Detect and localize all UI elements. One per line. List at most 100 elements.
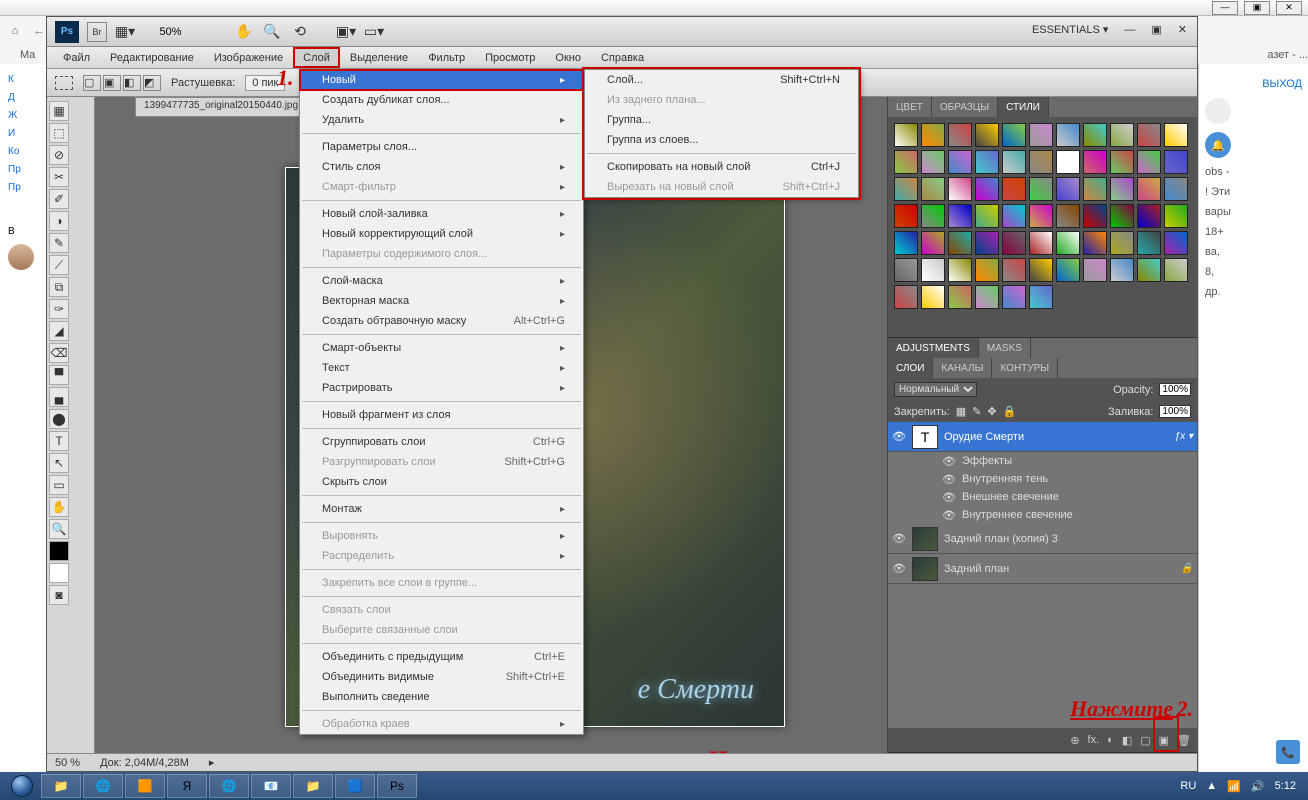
layer-action-icon[interactable]: ◐ bbox=[1107, 734, 1114, 747]
style-swatch[interactable] bbox=[1002, 150, 1026, 174]
opacity-value[interactable]: 100% bbox=[1159, 383, 1191, 396]
menu-item[interactable]: Монтаж bbox=[300, 499, 583, 519]
style-swatch[interactable] bbox=[975, 123, 999, 147]
style-swatch[interactable] bbox=[1002, 204, 1026, 228]
taskbar-item[interactable]: 🟧 bbox=[125, 774, 165, 798]
menu-item[interactable]: Векторная маска bbox=[300, 291, 583, 311]
start-button[interactable] bbox=[4, 772, 40, 800]
browser-home-icon[interactable]: ⌂ bbox=[6, 22, 24, 40]
panel-tab[interactable]: СЛОИ bbox=[888, 358, 933, 378]
taskbar-item[interactable]: 📁 bbox=[41, 774, 81, 798]
layer-thumbnail[interactable] bbox=[912, 557, 938, 581]
tray-network-icon[interactable]: 📶 bbox=[1227, 780, 1241, 793]
style-swatch[interactable] bbox=[975, 231, 999, 255]
marquee-preset-icon[interactable] bbox=[55, 76, 73, 90]
lock-position-icon[interactable]: ✥ bbox=[987, 405, 996, 418]
menu-item[interactable]: Выполнить сведение bbox=[300, 687, 583, 707]
tool-icon[interactable]: ✂ bbox=[49, 167, 69, 187]
style-swatch[interactable] bbox=[1056, 258, 1080, 282]
visibility-icon[interactable]: 👁 bbox=[942, 473, 956, 486]
tool-icon[interactable]: ⬤ bbox=[49, 409, 69, 429]
zoom-level[interactable]: 50% bbox=[143, 23, 198, 41]
lock-transparency-icon[interactable]: ▦ bbox=[956, 405, 966, 418]
sidebar-link[interactable]: В bbox=[8, 226, 26, 238]
view-extras-icon[interactable]: ▦▾ bbox=[115, 22, 135, 42]
sidebar-link[interactable]: Д bbox=[8, 92, 26, 104]
menu-item[interactable]: Слой...Shift+Ctrl+N bbox=[585, 70, 858, 90]
tray-lang[interactable]: RU bbox=[1180, 780, 1196, 792]
style-swatch[interactable] bbox=[1029, 204, 1053, 228]
phone-icon[interactable]: 📞 bbox=[1276, 740, 1300, 764]
menu-item[interactable]: Слой-маска bbox=[300, 271, 583, 291]
ps-max-icon[interactable]: ▣ bbox=[1151, 23, 1161, 36]
browser-tab-label[interactable]: Ma bbox=[20, 49, 35, 61]
style-swatch[interactable] bbox=[921, 285, 945, 309]
layer-effect[interactable]: 👁Внешнее свечение bbox=[888, 488, 1197, 506]
style-swatch[interactable] bbox=[948, 258, 972, 282]
bell-icon[interactable]: 🔔 bbox=[1205, 132, 1231, 158]
menu-item[interactable]: Новый слой-заливка bbox=[300, 204, 583, 224]
menu-окно[interactable]: Окно bbox=[545, 47, 591, 68]
tool-icon[interactable]: ⬚ bbox=[49, 123, 69, 143]
style-swatch[interactable] bbox=[921, 204, 945, 228]
style-swatch[interactable] bbox=[1056, 177, 1080, 201]
style-swatch[interactable] bbox=[948, 150, 972, 174]
style-swatch[interactable] bbox=[1137, 204, 1161, 228]
style-swatch[interactable] bbox=[1029, 150, 1053, 174]
layer-thumbnail[interactable]: T bbox=[912, 425, 938, 449]
style-swatch[interactable] bbox=[975, 285, 999, 309]
style-swatch[interactable] bbox=[1056, 150, 1080, 174]
tool-icon[interactable]: ⟋ bbox=[49, 255, 69, 275]
screen-mode-icon[interactable]: ▭▾ bbox=[364, 22, 384, 42]
style-swatch[interactable] bbox=[1029, 258, 1053, 282]
style-swatch[interactable] bbox=[1029, 231, 1053, 255]
tool-icon[interactable]: ▀ bbox=[49, 365, 69, 385]
style-swatch[interactable] bbox=[975, 150, 999, 174]
taskbar-item[interactable]: Я bbox=[167, 774, 207, 798]
quickmask-icon[interactable]: ◙ bbox=[49, 585, 69, 605]
tool-icon[interactable]: ⌫ bbox=[49, 343, 69, 363]
tool-icon[interactable]: 🔍 bbox=[49, 519, 69, 539]
style-swatch[interactable] bbox=[1083, 231, 1107, 255]
tool-icon[interactable]: ▦ bbox=[49, 101, 69, 121]
tray-volume-icon[interactable]: 🔊 bbox=[1251, 780, 1265, 793]
menu-item[interactable]: Смарт-объекты bbox=[300, 338, 583, 358]
style-swatch[interactable] bbox=[1137, 177, 1161, 201]
style-swatch[interactable] bbox=[1083, 177, 1107, 201]
hand-tool-icon[interactable]: ✋ bbox=[234, 22, 254, 42]
layer-row[interactable]: 👁Задний план🔒 bbox=[888, 554, 1197, 584]
menu-item[interactable]: Сгруппировать слоиCtrl+G bbox=[300, 432, 583, 452]
os-close-button[interactable]: ✕ bbox=[1276, 1, 1302, 15]
panel-tab[interactable]: ОБРАЗЦЫ bbox=[932, 97, 998, 117]
layer-effect[interactable]: 👁Эффекты bbox=[888, 452, 1197, 470]
style-swatch[interactable] bbox=[1002, 231, 1026, 255]
panel-tab[interactable]: КОНТУРЫ bbox=[992, 358, 1058, 378]
menu-item[interactable]: Новый фрагмент из слоя bbox=[300, 405, 583, 425]
system-tray[interactable]: RU ▲ 📶 🔊 5:12 bbox=[1180, 780, 1304, 793]
tool-icon[interactable]: ✐ bbox=[49, 189, 69, 209]
taskbar-item[interactable]: 🟦 bbox=[335, 774, 375, 798]
style-swatch[interactable] bbox=[948, 204, 972, 228]
menu-фильтр[interactable]: Фильтр bbox=[418, 47, 475, 68]
style-swatch[interactable] bbox=[948, 231, 972, 255]
style-swatch[interactable] bbox=[921, 231, 945, 255]
sidebar-link[interactable]: Пр bbox=[8, 164, 26, 176]
style-swatch[interactable] bbox=[1110, 204, 1134, 228]
menu-item[interactable]: Группа из слоев... bbox=[585, 130, 858, 150]
style-swatch[interactable] bbox=[975, 177, 999, 201]
menu-item[interactable]: Новый корректирующий слой bbox=[300, 224, 583, 244]
layer-name[interactable]: Задний план bbox=[944, 563, 1009, 575]
layer-row[interactable]: 👁TОрудие Смертиƒx ▾ bbox=[888, 422, 1197, 452]
menu-item[interactable]: Удалить bbox=[300, 110, 583, 130]
workspace-switcher[interactable]: ESSENTIALS ▾ bbox=[1032, 23, 1108, 36]
menu-item[interactable]: Скопировать на новый слойCtrl+J bbox=[585, 157, 858, 177]
taskbar-item[interactable]: 📁 bbox=[293, 774, 333, 798]
style-swatch[interactable] bbox=[1164, 204, 1188, 228]
style-swatch[interactable] bbox=[1164, 177, 1188, 201]
panel-tab[interactable]: ADJUSTMENTS bbox=[888, 338, 979, 358]
menu-файл[interactable]: Файл bbox=[53, 47, 100, 68]
lock-pixels-icon[interactable]: ✎ bbox=[972, 405, 981, 418]
selection-int-icon[interactable]: ◩ bbox=[143, 75, 161, 91]
layer-action-icon[interactable]: fx. bbox=[1088, 734, 1100, 747]
menu-item[interactable]: Стиль слоя bbox=[300, 157, 583, 177]
